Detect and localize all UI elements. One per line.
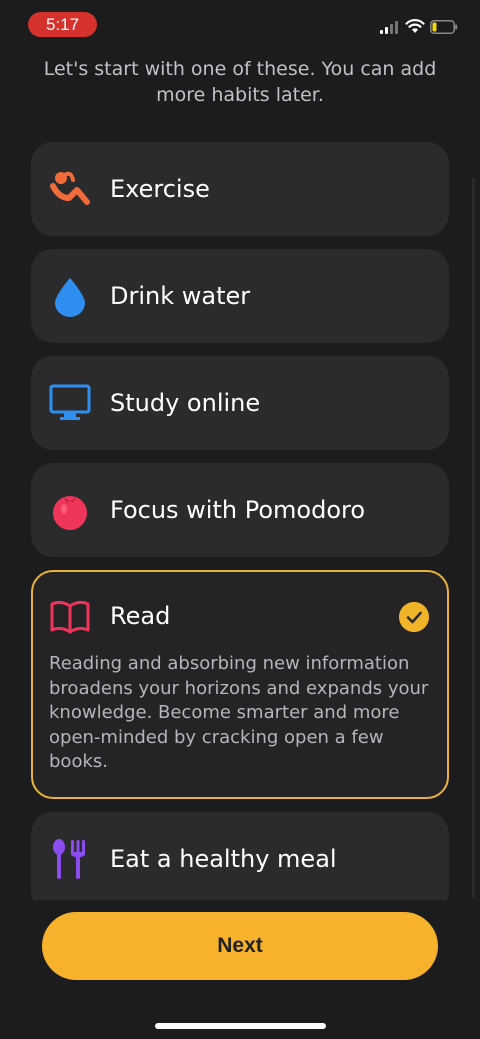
intro-text: Let's start with one of these. You can a… (43, 58, 437, 106)
habit-card-healthy-meal[interactable]: Eat a healthy meal (31, 812, 449, 912)
home-indicator[interactable] (155, 1023, 326, 1029)
habit-card-exercise[interactable]: Exercise (31, 142, 449, 236)
wifi-icon (405, 19, 425, 33)
status-time: 5:17 (28, 12, 97, 37)
battery-icon (430, 20, 458, 34)
habit-card-read[interactable]: Read Reading and absorbing new informati… (31, 570, 449, 799)
utensils-icon (53, 839, 85, 879)
book-icon (50, 600, 90, 634)
habit-card-study-online[interactable]: Study online (31, 356, 449, 450)
habit-card-drink-water[interactable]: Drink water (31, 249, 449, 343)
habit-label-healthy-meal: Eat a healthy meal (110, 845, 337, 873)
water-drop-icon (55, 278, 85, 317)
habit-label-drink-water: Drink water (110, 282, 251, 310)
monitor-icon (49, 384, 91, 420)
habit-label-read: Read (110, 602, 171, 630)
status-bar: 5:17 (0, 0, 480, 48)
habit-label-exercise: Exercise (110, 175, 210, 203)
exercise-icon (50, 171, 90, 205)
checkmark-icon (399, 602, 429, 632)
habit-description-read: Reading and absorbing new information br… (49, 653, 429, 772)
cellular-signal-icon (380, 20, 400, 34)
habit-label-pomodoro: Focus with Pomodoro (110, 496, 366, 524)
scrollbar[interactable] (472, 178, 475, 898)
tomato-icon (53, 496, 87, 530)
next-button[interactable]: Next (42, 912, 438, 980)
habit-label-study-online: Study online (110, 389, 261, 417)
habit-card-pomodoro[interactable]: Focus with Pomodoro (31, 463, 449, 557)
